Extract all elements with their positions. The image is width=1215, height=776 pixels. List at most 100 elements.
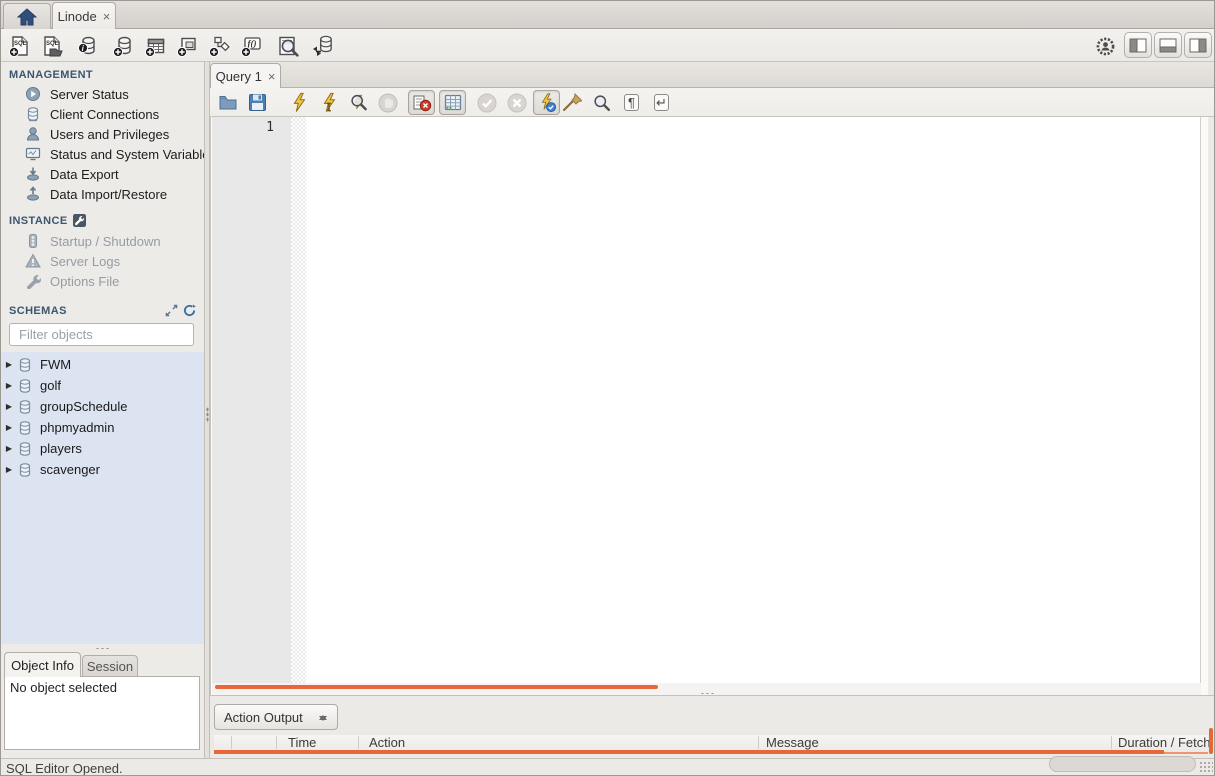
column-divider[interactable]: [1111, 736, 1112, 749]
home-icon: [17, 7, 37, 25]
sql-editor[interactable]: 1: [210, 117, 1208, 695]
sidebar-item-server-status[interactable]: Server Status: [1, 84, 204, 104]
toggle-limit-rows-button[interactable]: [439, 90, 466, 115]
find-button[interactable]: [591, 92, 612, 113]
explain-plan-button[interactable]: [348, 92, 369, 113]
column-divider[interactable]: [276, 736, 277, 749]
users-icon: [26, 127, 40, 141]
column-divider[interactable]: [758, 736, 759, 749]
expander-icon[interactable]: ▶: [1, 423, 17, 432]
sidebar-item-data-import[interactable]: Data Import/Restore: [1, 184, 204, 204]
new-sql-tab-button[interactable]: SQL: [8, 34, 32, 58]
column-header-duration[interactable]: Duration / Fetch: [1118, 735, 1211, 750]
sidebar-item-users-privileges[interactable]: Users and Privileges: [1, 124, 204, 144]
panel-splitter-grip-icon[interactable]: [95, 647, 111, 650]
tab-object-info[interactable]: Object Info: [4, 652, 81, 677]
commit-button[interactable]: [476, 92, 497, 113]
refresh-schemas-icon[interactable]: [183, 304, 196, 317]
find-magnifier-icon: [593, 94, 610, 111]
stop-on-error-icon: [413, 95, 431, 111]
schema-filter-input[interactable]: [19, 327, 195, 342]
column-divider[interactable]: [358, 736, 359, 749]
column-header-action[interactable]: Action: [369, 735, 405, 750]
search-table-data-button[interactable]: [276, 34, 300, 58]
expander-icon[interactable]: ▶: [1, 402, 17, 411]
create-procedure-button[interactable]: [208, 34, 232, 58]
create-procedure-icon: [209, 36, 230, 57]
tab-query-1[interactable]: Query 1 ×: [210, 63, 281, 88]
save-script-button[interactable]: [247, 92, 268, 113]
rollback-button[interactable]: [506, 92, 527, 113]
expander-icon[interactable]: ▶: [1, 381, 17, 390]
schema-tree: ▶ FWM ▶ golf ▶ groupSchedule ▶ phpmyadmi…: [1, 352, 204, 644]
sidebar-item-startup-shutdown[interactable]: Startup / Shutdown: [1, 231, 204, 251]
schema-row-scavenger[interactable]: ▶ scavenger: [1, 459, 204, 480]
resize-grip-icon[interactable]: [1199, 761, 1213, 774]
schema-row-phpmyadmin[interactable]: ▶ phpmyadmin: [1, 417, 204, 438]
server-status-icon: [26, 87, 40, 101]
toggle-bottom-panel-button[interactable]: [1154, 32, 1182, 58]
open-script-button[interactable]: [217, 92, 238, 113]
create-table-icon: [145, 38, 165, 57]
data-import-icon: [27, 186, 39, 201]
toggle-stop-on-error-button[interactable]: [408, 90, 435, 115]
editor-gutter: 1: [212, 117, 291, 683]
toggle-left-panel-button[interactable]: [1124, 32, 1152, 58]
sidebar-item-client-connections[interactable]: Client Connections: [1, 104, 204, 124]
expander-icon[interactable]: ▶: [1, 360, 17, 369]
stop-hand-icon: [378, 93, 397, 112]
execute-button[interactable]: [288, 92, 309, 113]
toggle-autocommit-button[interactable]: [533, 90, 560, 115]
reconnect-dbms-button[interactable]: [310, 34, 334, 58]
toggle-right-panel-button[interactable]: [1184, 32, 1212, 58]
administration-button[interactable]: [1093, 34, 1117, 58]
client-connections-icon: [27, 107, 39, 122]
inspect-database-button[interactable]: i: [76, 34, 100, 58]
select-spinner-icon: [319, 710, 328, 726]
execute-current-icon: [323, 92, 335, 113]
query-tab-bar: Query 1 ×: [210, 62, 1214, 88]
create-function-button[interactable]: f(): [240, 34, 264, 58]
object-info-content: No object selected: [4, 676, 200, 750]
schema-row-golf[interactable]: ▶ golf: [1, 375, 204, 396]
sidebar-item-options-file[interactable]: Options File: [1, 271, 204, 291]
bottom-scrollbar-thumb[interactable]: [1049, 756, 1196, 772]
output-type-select[interactable]: Action Output: [214, 704, 338, 730]
create-table-button[interactable]: [144, 34, 168, 58]
editor-vertical-scrollbar[interactable]: [1200, 117, 1208, 695]
create-view-icon: [177, 37, 196, 57]
tab-session[interactable]: Session: [82, 655, 138, 677]
column-header-time[interactable]: Time: [288, 735, 316, 750]
schema-row-players[interactable]: ▶ players: [1, 438, 204, 459]
output-scrollbar-thumb[interactable]: [214, 750, 1164, 754]
scrollbar-thumb[interactable]: [215, 685, 658, 689]
column-divider[interactable]: [231, 736, 232, 749]
main-area: Query 1 × ¶ ↵ 1 Action Output Time Actio…: [210, 62, 1214, 758]
connection-tab-close-icon[interactable]: ×: [103, 9, 111, 24]
expander-icon[interactable]: ▶: [1, 465, 17, 474]
editor-text-area[interactable]: [306, 117, 1201, 683]
connection-tab[interactable]: Linode ×: [52, 2, 116, 29]
sidebar-item-data-export[interactable]: Data Export: [1, 164, 204, 184]
toggle-word-wrap-button[interactable]: ↵: [651, 92, 672, 113]
stop-button[interactable]: [377, 92, 398, 113]
column-header-message[interactable]: Message: [766, 735, 819, 750]
open-sql-script-button[interactable]: SQL: [40, 34, 64, 58]
sidebar-item-status-system-variables[interactable]: Status and System Variables: [1, 144, 204, 164]
schema-icon: [19, 378, 31, 393]
schema-row-fwm[interactable]: ▶ FWM: [1, 354, 204, 375]
create-schema-button[interactable]: [112, 34, 136, 58]
query-tab-close-icon[interactable]: ×: [268, 69, 276, 84]
home-tab[interactable]: [3, 3, 51, 29]
search-table-data-icon: [279, 36, 299, 57]
clear-query-button[interactable]: [561, 92, 582, 113]
create-view-button[interactable]: [176, 34, 200, 58]
execute-current-statement-button[interactable]: [318, 92, 339, 113]
output-vertical-scrollbar-thumb[interactable]: [1209, 728, 1213, 754]
schema-row-groupschedule[interactable]: ▶ groupSchedule: [1, 396, 204, 417]
expand-schemas-icon[interactable]: [165, 304, 178, 317]
toggle-invisible-chars-button[interactable]: ¶: [621, 92, 642, 113]
sidebar-item-server-logs[interactable]: Server Logs: [1, 251, 204, 271]
output-splitter-grip-icon[interactable]: [700, 692, 716, 695]
expander-icon[interactable]: ▶: [1, 444, 17, 453]
